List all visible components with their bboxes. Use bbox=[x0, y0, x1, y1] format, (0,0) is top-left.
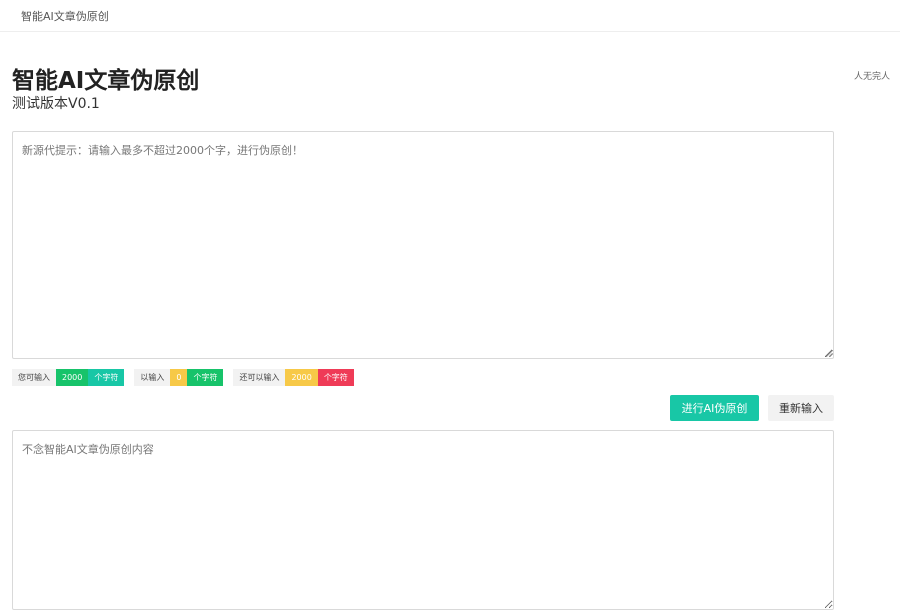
source-text-input[interactable] bbox=[12, 131, 834, 359]
rewrite-output[interactable] bbox=[12, 430, 834, 610]
topbar-title: 智能AI文章伪原创 bbox=[21, 9, 109, 23]
stat-entered-label: 以输入 bbox=[134, 369, 171, 386]
stat-max-value: 2000 bbox=[56, 369, 89, 386]
page-header: 智能AI文章伪原创 测试版本V0.1 bbox=[12, 66, 199, 112]
rewrite-button[interactable]: 进行AI伪原创 bbox=[670, 395, 759, 421]
stat-max-unit: 个字符 bbox=[88, 369, 125, 386]
side-link[interactable]: 人无完人 bbox=[854, 69, 890, 82]
stat-max-label: 您可输入 bbox=[12, 369, 56, 386]
stat-entered: 以输入 0 个字符 bbox=[134, 369, 224, 386]
stat-entered-value: 0 bbox=[170, 369, 188, 386]
top-bar: 智能AI文章伪原创 bbox=[0, 0, 900, 32]
resize-handle-icon[interactable] bbox=[826, 350, 833, 357]
char-stats: 您可输入 2000 个字符 以输入 0 个字符 还可以输入 2000 个字符 bbox=[12, 369, 354, 386]
stat-max: 您可输入 2000 个字符 bbox=[12, 369, 125, 386]
stat-remaining: 还可以输入 2000 个字符 bbox=[233, 369, 354, 386]
reset-button[interactable]: 重新输入 bbox=[768, 395, 834, 421]
page-title: 智能AI文章伪原创 bbox=[12, 68, 200, 94]
stat-remaining-label: 还可以输入 bbox=[233, 369, 286, 386]
stat-remaining-value: 2000 bbox=[285, 369, 318, 386]
page-subtitle: 测试版本V0.1 bbox=[12, 96, 100, 112]
stat-remaining-unit: 个字符 bbox=[317, 369, 354, 386]
stat-entered-unit: 个字符 bbox=[187, 369, 224, 386]
